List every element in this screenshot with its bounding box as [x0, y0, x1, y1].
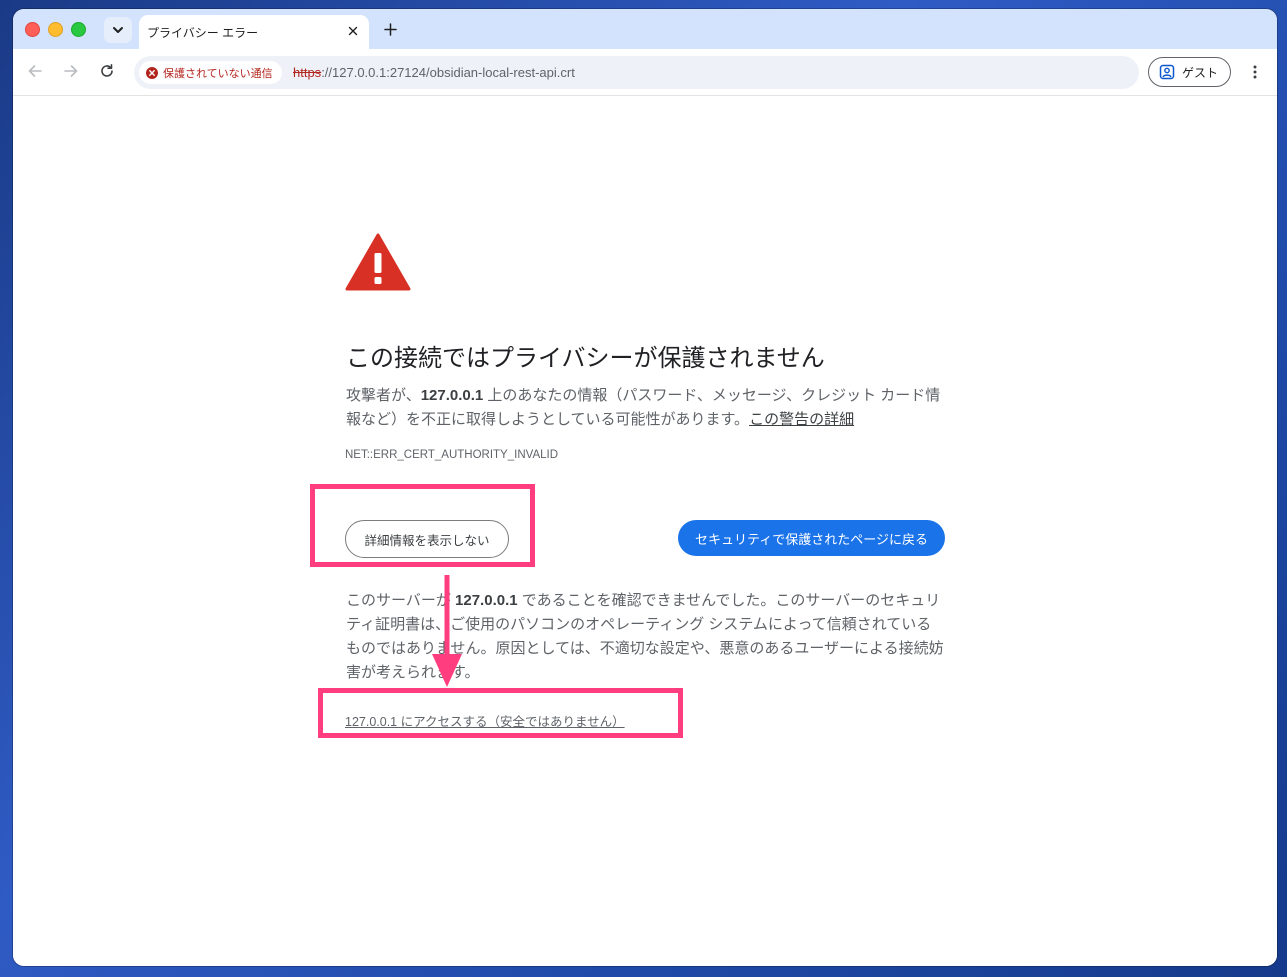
browser-window: プライバシー エラー 保護されていない通信 https://127.0.0.1:…: [13, 9, 1277, 966]
annotation-arrow: [432, 575, 462, 687]
